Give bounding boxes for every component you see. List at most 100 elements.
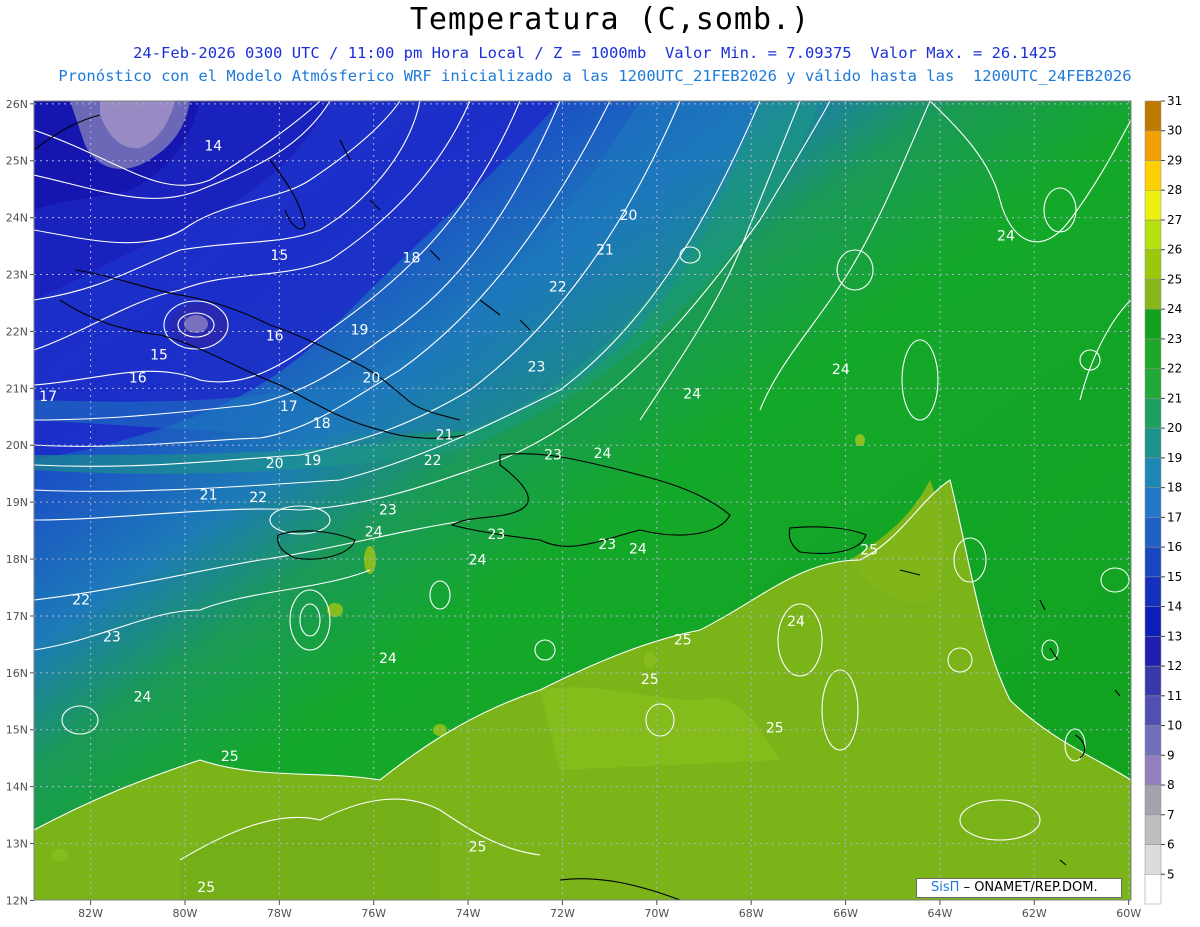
lat-label: 19N — [6, 496, 28, 509]
colorbar-swatch — [1144, 249, 1162, 280]
lat-label: 12N — [6, 894, 28, 907]
lon-label: 68W — [739, 907, 764, 920]
contour-label: 19 — [351, 322, 369, 338]
contour-label: 24 — [832, 362, 850, 378]
contour-label: 25 — [766, 721, 784, 737]
colorbar-swatch — [1144, 487, 1162, 518]
contour-label: 17 — [39, 389, 57, 405]
colorbar-swatch — [1144, 427, 1162, 459]
contour-label: 21 — [200, 487, 218, 503]
colorbar-label: 28 — [1167, 183, 1182, 197]
colorbar-label: 25 — [1167, 272, 1182, 286]
colorbar-label: 9 — [1167, 748, 1175, 762]
contour-label: 24 — [469, 553, 487, 569]
temperature-field — [34, 101, 1131, 900]
lat-label: 24N — [6, 212, 28, 225]
credit-brand: SisΠ — [931, 880, 960, 895]
contour-label: 14 — [204, 139, 222, 155]
colorbar-swatch — [1144, 576, 1162, 607]
colorbar-label: 14 — [1167, 600, 1182, 614]
colorbar-label: 27 — [1167, 213, 1182, 227]
contour-label: 20 — [620, 208, 638, 224]
colorbar-swatch — [1144, 398, 1162, 429]
lon-label: 64W — [927, 907, 952, 920]
lat-label: 16N — [6, 667, 28, 680]
credit-box: SisΠ – ONAMET/REP.DOM. — [916, 878, 1122, 898]
lon-label: 62W — [1022, 907, 1047, 920]
colorbar-swatch — [1144, 606, 1162, 637]
colorbar-swatch — [1144, 457, 1162, 488]
contour-label: 24 — [365, 524, 383, 540]
lat-label: 21N — [6, 382, 28, 395]
colorbar-label: 13 — [1167, 629, 1182, 643]
lat-label: 17N — [6, 610, 28, 623]
contour-label: 18 — [403, 251, 421, 267]
contour-label: 22 — [249, 490, 267, 506]
contour-label: 23 — [528, 359, 546, 375]
contour-label: 20 — [362, 371, 380, 387]
lon-label: 82W — [78, 907, 103, 920]
colorbar-label: 15 — [1167, 570, 1182, 584]
colorbar-swatch — [1144, 814, 1162, 845]
contour-label: 15 — [150, 347, 168, 363]
contour-label: 15 — [270, 248, 288, 264]
contour-label: 23 — [598, 537, 616, 553]
lat-label: 25N — [6, 155, 28, 168]
colorbar-label: 26 — [1167, 243, 1182, 257]
contour-label: 21 — [436, 428, 454, 444]
contour-label: 25 — [641, 672, 659, 688]
contour-label: 23 — [487, 527, 505, 543]
credit-text: – ONAMET/REP.DOM. — [963, 880, 1098, 895]
lat-label: 23N — [6, 269, 28, 282]
colorbar-swatch — [1144, 160, 1162, 191]
lon-label: 60W — [1116, 907, 1141, 920]
colorbar-swatch — [1144, 784, 1162, 816]
contour-label: 23 — [103, 630, 121, 646]
temperature-colorbar: 5 6 7 8 9 10 11 12 13 14 15 16 17 18 19 20 21 22 23 24 25 26 2… — [1144, 94, 1182, 905]
contour-label: 24 — [594, 446, 612, 462]
colorbar-label: 24 — [1167, 302, 1182, 316]
colorbar-label: 18 — [1167, 481, 1182, 495]
lon-label: 66W — [833, 907, 858, 920]
contour-label: 20 — [266, 456, 284, 472]
contour-label: 17 — [280, 399, 298, 415]
colorbar-swatch — [1144, 725, 1162, 756]
colorbar-label: 30 — [1167, 124, 1182, 138]
contour-label: 24 — [379, 651, 397, 667]
colorbar-swatch — [1144, 338, 1162, 369]
lat-label: 14N — [6, 781, 28, 794]
colorbar-label: 23 — [1167, 332, 1182, 346]
colorbar-label: 22 — [1167, 362, 1182, 376]
contour-label: 24 — [629, 541, 647, 557]
colorbar-swatch — [1144, 755, 1162, 786]
colorbar-label: 29 — [1167, 153, 1182, 167]
contour-label: 25 — [674, 632, 692, 648]
colorbar-swatch — [1144, 189, 1162, 221]
contour-label: 23 — [379, 503, 397, 519]
contour-label: 25 — [221, 749, 239, 765]
colorbar-swatch — [1144, 546, 1162, 578]
colorbar-label: 8 — [1167, 778, 1175, 792]
lon-label: 80W — [173, 907, 198, 920]
temperature-map: 26N 25N 24N 23N 22N 21N 20N 19N 18N 17N 16N 15N 14N 1… — [6, 94, 1183, 920]
latitude-axis: 26N 25N 24N 23N 22N 21N 20N 19N 18N 17N 16N 15N 14N 1… — [6, 98, 34, 907]
colorbar-label: 16 — [1167, 540, 1182, 554]
colorbar-swatch — [1144, 517, 1162, 548]
contour-label: 24 — [683, 387, 701, 403]
colorbar-label: 7 — [1167, 808, 1175, 822]
contour-label: 25 — [860, 542, 878, 558]
colorbar-swatch — [1144, 695, 1162, 726]
contour-label: 18 — [313, 416, 331, 432]
lat-label: 15N — [6, 724, 28, 737]
colorbar-label: 6 — [1167, 838, 1175, 852]
colorbar-label: 31 — [1167, 94, 1182, 108]
colorbar-label: 17 — [1167, 510, 1182, 524]
contour-label: 16 — [266, 329, 284, 345]
colorbar-swatch — [1144, 636, 1162, 667]
colorbar-swatch — [1144, 368, 1162, 399]
colorbar-label: 10 — [1167, 719, 1182, 733]
contour-label: 22 — [424, 453, 442, 469]
contour-label: 21 — [596, 243, 614, 259]
contour-label: 25 — [197, 880, 215, 896]
lat-label: 20N — [6, 439, 28, 452]
